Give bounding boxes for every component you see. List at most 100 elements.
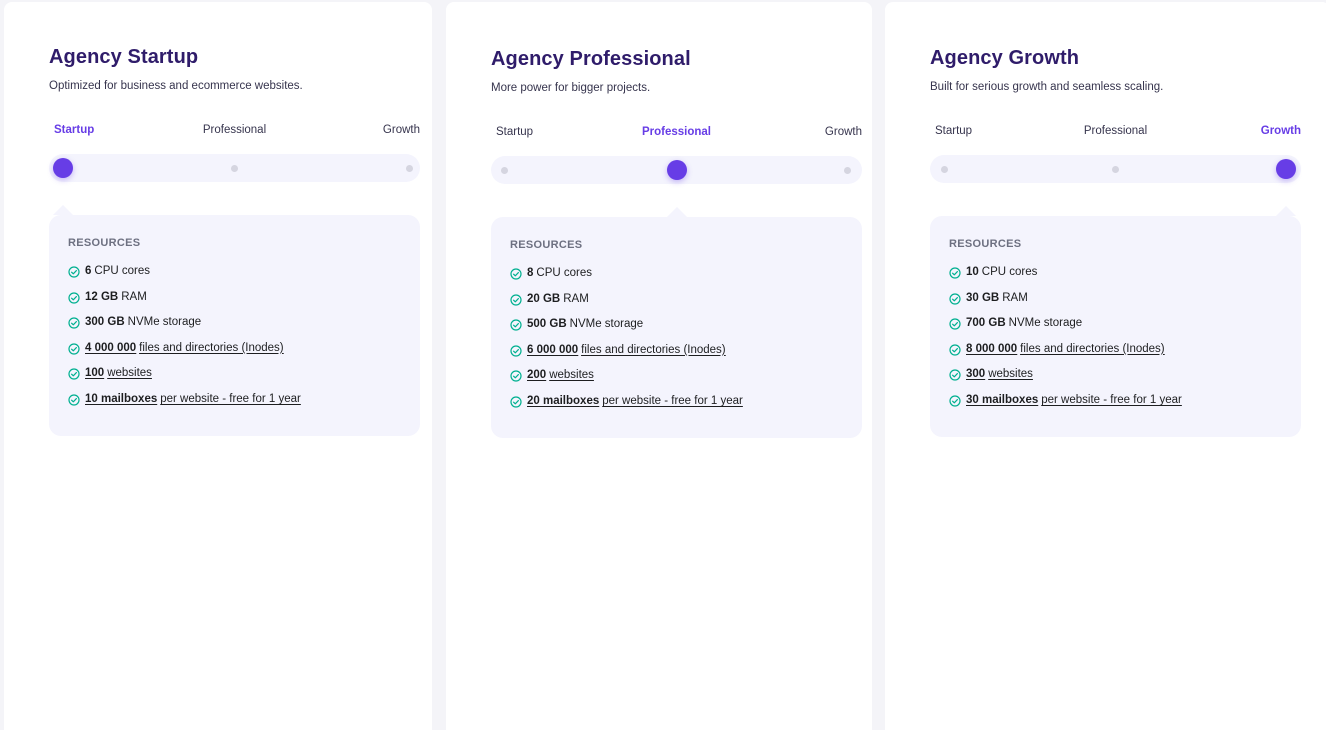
resource-value[interactable]: 20 mailboxes: [527, 395, 599, 407]
resource-text: NVMe storage: [1008, 317, 1083, 330]
resource-item: 10 CPU cores: [949, 266, 1182, 292]
check-circle-icon: [949, 344, 961, 356]
resource-link-websites[interactable]: 100 websites: [68, 367, 301, 393]
resource-value[interactable]: 4 000 000: [85, 342, 136, 354]
tier-labels: Startup Professional Growth: [930, 125, 1301, 141]
resource-text: CPU cores: [94, 265, 151, 277]
resource-value: 10: [966, 266, 979, 278]
check-circle-icon: [68, 291, 80, 304]
slider-stop-professional[interactable]: [231, 164, 238, 172]
check-circle-icon: [68, 343, 80, 355]
resource-link-mailboxes[interactable]: 30 mailboxes per website - free for 1 ye…: [949, 394, 1182, 420]
slider-stop-growth[interactable]: [405, 164, 413, 172]
check-circle-icon: [510, 268, 522, 280]
resource-text: NVMe storage: [569, 318, 644, 331]
resource-text[interactable]: websites: [107, 367, 152, 379]
resource-item: 30 GB RAM: [949, 292, 1182, 318]
resource-value: 12 GB: [85, 290, 119, 303]
slider-knob[interactable]: [666, 160, 687, 180]
tier-label-startup[interactable]: Startup: [935, 125, 972, 137]
resource-value: 30 GB: [966, 291, 1000, 304]
panel-pointer: [666, 207, 687, 217]
resource-text[interactable]: per website - free for 1 year: [1041, 394, 1182, 406]
resource-text[interactable]: websites: [549, 369, 594, 381]
resource-link-websites[interactable]: 200 websites: [510, 369, 743, 395]
resource-value[interactable]: 8 000 000: [966, 343, 1017, 355]
tier-label-professional[interactable]: Professional: [642, 126, 711, 138]
check-circle-icon: [510, 293, 522, 306]
resources-heading: RESOURCES: [949, 238, 1022, 250]
resources-panel: RESOURCES 8 CPU cores 20 GB RAM 500 GB N…: [491, 207, 862, 438]
check-circle-icon: [68, 317, 80, 329]
resource-value[interactable]: 10 mailboxes: [85, 393, 157, 405]
check-circle-icon: [68, 394, 80, 406]
resource-value[interactable]: 200: [527, 369, 546, 381]
check-circle-icon: [949, 267, 961, 279]
tier-label-professional[interactable]: Professional: [1084, 125, 1147, 137]
slider-stop-growth[interactable]: [843, 166, 851, 174]
resource-value: 300 GB: [85, 316, 125, 329]
resource-text[interactable]: files and directories (Inodes): [581, 344, 725, 356]
resource-value: 6: [85, 265, 92, 277]
resource-text: NVMe storage: [127, 316, 202, 329]
slider-stop-startup[interactable]: [940, 165, 948, 173]
plan-cards: Agency Startup Optimized for business an…: [0, 0, 1326, 730]
tier-slider[interactable]: [930, 155, 1301, 183]
resource-value[interactable]: 30 mailboxes: [966, 394, 1038, 406]
resource-value: 20 GB: [527, 292, 561, 305]
check-circle-icon: [949, 369, 961, 381]
resource-link-mailboxes[interactable]: 20 mailboxes per website - free for 1 ye…: [510, 395, 743, 421]
resources-list: 8 CPU cores 20 GB RAM 500 GB NVMe storag…: [510, 267, 743, 421]
resource-link-inodes[interactable]: 8 000 000 files and directories (Inodes): [949, 343, 1182, 369]
resource-value: 700 GB: [966, 317, 1006, 330]
slider-knob[interactable]: [1276, 159, 1296, 179]
resource-text: RAM: [1002, 291, 1028, 304]
tier-label-growth[interactable]: Growth: [1261, 125, 1301, 137]
resource-text[interactable]: websites: [988, 368, 1033, 380]
plan-card-professional: Agency Professional More power for bigge…: [446, 2, 872, 730]
resources-panel: RESOURCES 6 CPU cores 12 GB RAM 300 GB N…: [49, 205, 420, 436]
resource-value[interactable]: 6 000 000: [527, 344, 578, 356]
tier-label-growth[interactable]: Growth: [383, 124, 420, 136]
tier-label-growth[interactable]: Growth: [825, 126, 862, 138]
resource-value: 500 GB: [527, 318, 567, 331]
tier-label-startup[interactable]: Startup: [54, 124, 94, 136]
check-circle-icon: [949, 395, 961, 407]
resource-text[interactable]: files and directories (Inodes): [139, 342, 283, 354]
resource-text: CPU cores: [981, 266, 1038, 278]
plan-title: Agency Professional: [491, 48, 691, 70]
resource-item: 6 CPU cores: [68, 265, 301, 291]
resource-text[interactable]: per website - free for 1 year: [160, 393, 301, 405]
tier-slider[interactable]: [49, 154, 420, 182]
panel-pointer: [53, 205, 73, 215]
check-circle-icon: [949, 292, 961, 305]
resource-link-inodes[interactable]: 4 000 000 files and directories (Inodes): [68, 342, 301, 368]
plan-subtitle: Built for serious growth and seamless sc…: [930, 81, 1164, 93]
slider-stop-startup[interactable]: [500, 166, 508, 174]
check-circle-icon: [68, 266, 80, 278]
slider-stop-professional[interactable]: [1112, 165, 1119, 173]
check-circle-icon: [949, 318, 961, 330]
resource-item: 300 GB NVMe storage: [68, 316, 301, 342]
resource-value[interactable]: 300: [966, 368, 985, 380]
resource-text[interactable]: files and directories (Inodes): [1020, 343, 1164, 355]
resource-text: RAM: [563, 292, 589, 305]
tier-label-startup[interactable]: Startup: [496, 126, 533, 138]
tier-slider[interactable]: [491, 156, 862, 184]
resource-item: 700 GB NVMe storage: [949, 317, 1182, 343]
check-circle-icon: [68, 368, 80, 380]
slider-knob[interactable]: [53, 158, 73, 178]
plan-title: Agency Startup: [49, 46, 199, 68]
resources-list: 6 CPU cores 12 GB RAM 300 GB NVMe storag…: [68, 265, 301, 419]
resource-item: 12 GB RAM: [68, 291, 301, 317]
resource-link-websites[interactable]: 300 websites: [949, 368, 1182, 394]
resource-link-mailboxes[interactable]: 10 mailboxes per website - free for 1 ye…: [68, 393, 301, 419]
tier-label-professional[interactable]: Professional: [203, 124, 266, 136]
resource-text: RAM: [121, 290, 147, 303]
resource-link-inodes[interactable]: 6 000 000 files and directories (Inodes): [510, 344, 743, 370]
check-circle-icon: [510, 319, 522, 331]
resource-text[interactable]: per website - free for 1 year: [602, 395, 743, 407]
resources-panel: RESOURCES 10 CPU cores 30 GB RAM 700 GB …: [930, 206, 1301, 437]
resources-heading: RESOURCES: [68, 237, 141, 249]
resource-value[interactable]: 100: [85, 367, 104, 379]
